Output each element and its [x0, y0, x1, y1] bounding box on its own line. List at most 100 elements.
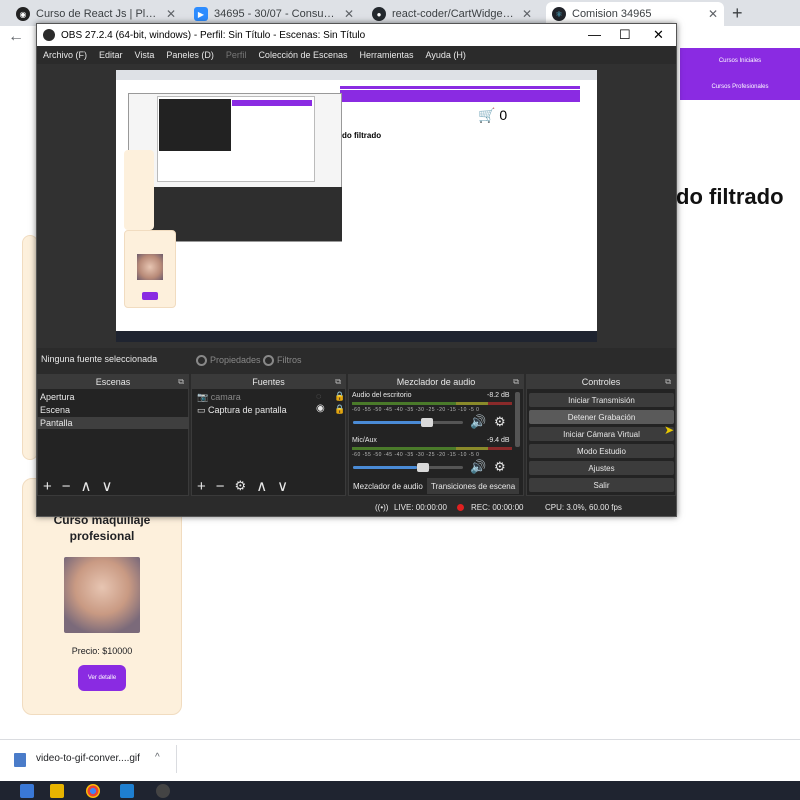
eye-icon[interactable]: ◉ — [316, 403, 325, 414]
menu-vista[interactable]: Vista — [135, 50, 155, 60]
chrome-icon[interactable] — [86, 784, 100, 798]
gear-icon[interactable]: ⚙ — [494, 414, 506, 430]
lock-icon[interactable]: 🔒 — [334, 391, 345, 402]
react-atom-icon: ⚛ — [552, 7, 566, 21]
menu-editar[interactable]: Editar — [99, 50, 123, 60]
channel-name-mic: Mic/Aux — [352, 437, 377, 444]
close-icon[interactable]: ✕ — [344, 7, 354, 21]
start-virtual-camera-button[interactable]: Iniciar Cámara Virtual — [529, 427, 674, 441]
speaker-icon[interactable]: 🔊 — [470, 459, 486, 475]
lock-icon[interactable]: 🔒 — [334, 404, 345, 415]
close-icon[interactable]: ✕ — [166, 7, 176, 21]
preview-taskbar — [116, 331, 597, 342]
tab-scene-transitions[interactable]: Transiciones de escena — [427, 478, 520, 494]
undock-icon[interactable]: ⧉ — [513, 377, 519, 387]
zoom-icon: ▶ — [194, 7, 208, 21]
move-down-icon[interactable]: ∨ — [277, 477, 288, 495]
settings-button[interactable]: Ajustes — [529, 461, 674, 475]
add-icon[interactable]: + — [197, 478, 206, 495]
menu-perfil[interactable]: Perfil — [226, 50, 247, 60]
windows-start-icon[interactable] — [20, 784, 34, 798]
scenes-title: Escenas — [95, 376, 131, 387]
obs-logo-icon — [43, 29, 55, 41]
gear-icon[interactable]: ⚙ — [494, 459, 506, 475]
new-tab-button[interactable]: + — [732, 3, 743, 24]
close-icon[interactable]: ✕ — [522, 7, 532, 21]
eye-hidden-icon[interactable]: ◌ — [316, 391, 321, 401]
move-up-icon[interactable]: ∧ — [81, 477, 92, 495]
preview-heading: do filtrado — [342, 131, 382, 140]
obs-menu-bar: Archivo (F) Editar Vista Paneles (D) Per… — [37, 46, 676, 64]
meter-scale: -60 -55 -50 -45 -40 -35 -30 -25 -20 -15 … — [352, 407, 480, 413]
volume-slider-mic[interactable] — [353, 463, 463, 472]
scene-item-apertura[interactable]: Apertura — [37, 391, 189, 403]
move-down-icon[interactable]: ∨ — [102, 477, 113, 495]
divider — [176, 745, 177, 773]
nav-link-cursos-iniciales[interactable]: Cursos Iniciales — [680, 58, 800, 64]
live-timer: LIVE: 00:00:00 — [394, 503, 447, 512]
channel-db-mic: -9.4 dB — [487, 437, 510, 444]
file-explorer-icon[interactable] — [50, 784, 64, 798]
add-icon[interactable]: + — [43, 478, 52, 495]
scene-item-escena[interactable]: Escena — [37, 404, 189, 416]
stream-signal-icon: ((•)) — [375, 503, 389, 512]
speaker-icon[interactable]: 🔊 — [470, 414, 486, 430]
meter-scale: -60 -55 -50 -45 -40 -35 -30 -25 -20 -15 … — [352, 452, 480, 458]
gear-icon — [196, 354, 207, 366]
slider-knob[interactable] — [421, 418, 434, 427]
remove-icon[interactable]: − — [62, 478, 71, 495]
source-label: camara — [210, 392, 241, 402]
chevron-up-icon[interactable]: ^ — [155, 752, 160, 763]
properties-label: Propiedades — [210, 355, 261, 365]
maximize-icon[interactable]: ☐ — [619, 27, 631, 43]
nav-link-cursos-profesionales[interactable]: Cursos Profesionales — [680, 84, 800, 90]
menu-archivo[interactable]: Archivo (F) — [43, 50, 87, 60]
no-source-selected-label: Ninguna fuente seleccionada — [41, 354, 158, 364]
tab-title: Comision 34965 — [572, 8, 652, 20]
filters-button[interactable]: Filtros — [263, 351, 302, 369]
tab-audio-mixer[interactable]: Mezclador de audio — [349, 478, 427, 494]
download-filename[interactable]: video-to-gif-conver....gif — [36, 753, 140, 764]
menu-herramientas[interactable]: Herramientas — [360, 50, 414, 60]
view-detail-button[interactable]: Ver detalle — [78, 665, 126, 691]
back-arrow-icon[interactable]: ← — [8, 28, 24, 46]
menu-paneles[interactable]: Paneles (D) — [166, 50, 214, 60]
undock-icon[interactable]: ⧉ — [178, 377, 184, 387]
nested-obs-preview — [159, 99, 231, 151]
vscode-icon[interactable] — [120, 784, 134, 798]
filter-icon — [263, 354, 274, 366]
start-streaming-button[interactable]: Iniciar Transmisión — [529, 393, 674, 407]
exit-button[interactable]: Salir — [529, 478, 674, 492]
nested-navbar — [232, 100, 312, 106]
preview-cart-count: 0 — [499, 107, 508, 123]
close-icon[interactable]: ✕ — [708, 7, 718, 21]
undock-icon[interactable]: ⧉ — [665, 377, 671, 387]
studio-mode-button[interactable]: Modo Estudio — [529, 444, 674, 458]
source-item-camara[interactable]: 📷 camara — [194, 391, 344, 403]
mouse-cursor-icon: ➤ — [664, 423, 675, 437]
file-icon — [14, 753, 26, 767]
audio-mixer-header: Mezclador de audio ⧉ — [348, 374, 524, 389]
minimize-icon[interactable]: — — [588, 27, 601, 42]
stop-recording-button[interactable]: Detener Grabación — [529, 410, 674, 424]
menu-coleccion-escenas[interactable]: Colección de Escenas — [258, 50, 347, 60]
obs-taskbar-icon[interactable] — [156, 784, 170, 798]
page-navbar — [680, 48, 800, 100]
remove-icon[interactable]: − — [216, 478, 225, 495]
mixer-scrollbar[interactable] — [515, 392, 520, 447]
move-up-icon[interactable]: ∧ — [256, 477, 267, 495]
gear-icon[interactable]: ⚙ — [235, 478, 247, 494]
camera-icon: 📷 — [197, 392, 209, 402]
close-icon[interactable]: ✕ — [653, 27, 664, 43]
properties-button[interactable]: Propiedades — [196, 351, 261, 369]
controls-dock-header: Controles ⧉ — [526, 374, 676, 389]
menu-ayuda[interactable]: Ayuda (H) — [426, 50, 466, 60]
scene-item-pantalla[interactable]: Pantalla — [37, 417, 189, 429]
volume-fill — [353, 421, 422, 424]
undock-icon[interactable]: ⧉ — [335, 377, 341, 387]
volume-slider-desktop[interactable] — [353, 418, 463, 427]
slider-knob[interactable] — [416, 463, 429, 472]
sources-dock-header: Fuentes ⧉ — [191, 374, 346, 389]
course-card-price: Precio: $10000 — [71, 646, 133, 656]
channel-name-desktop: Audio del escritorio — [352, 392, 412, 399]
